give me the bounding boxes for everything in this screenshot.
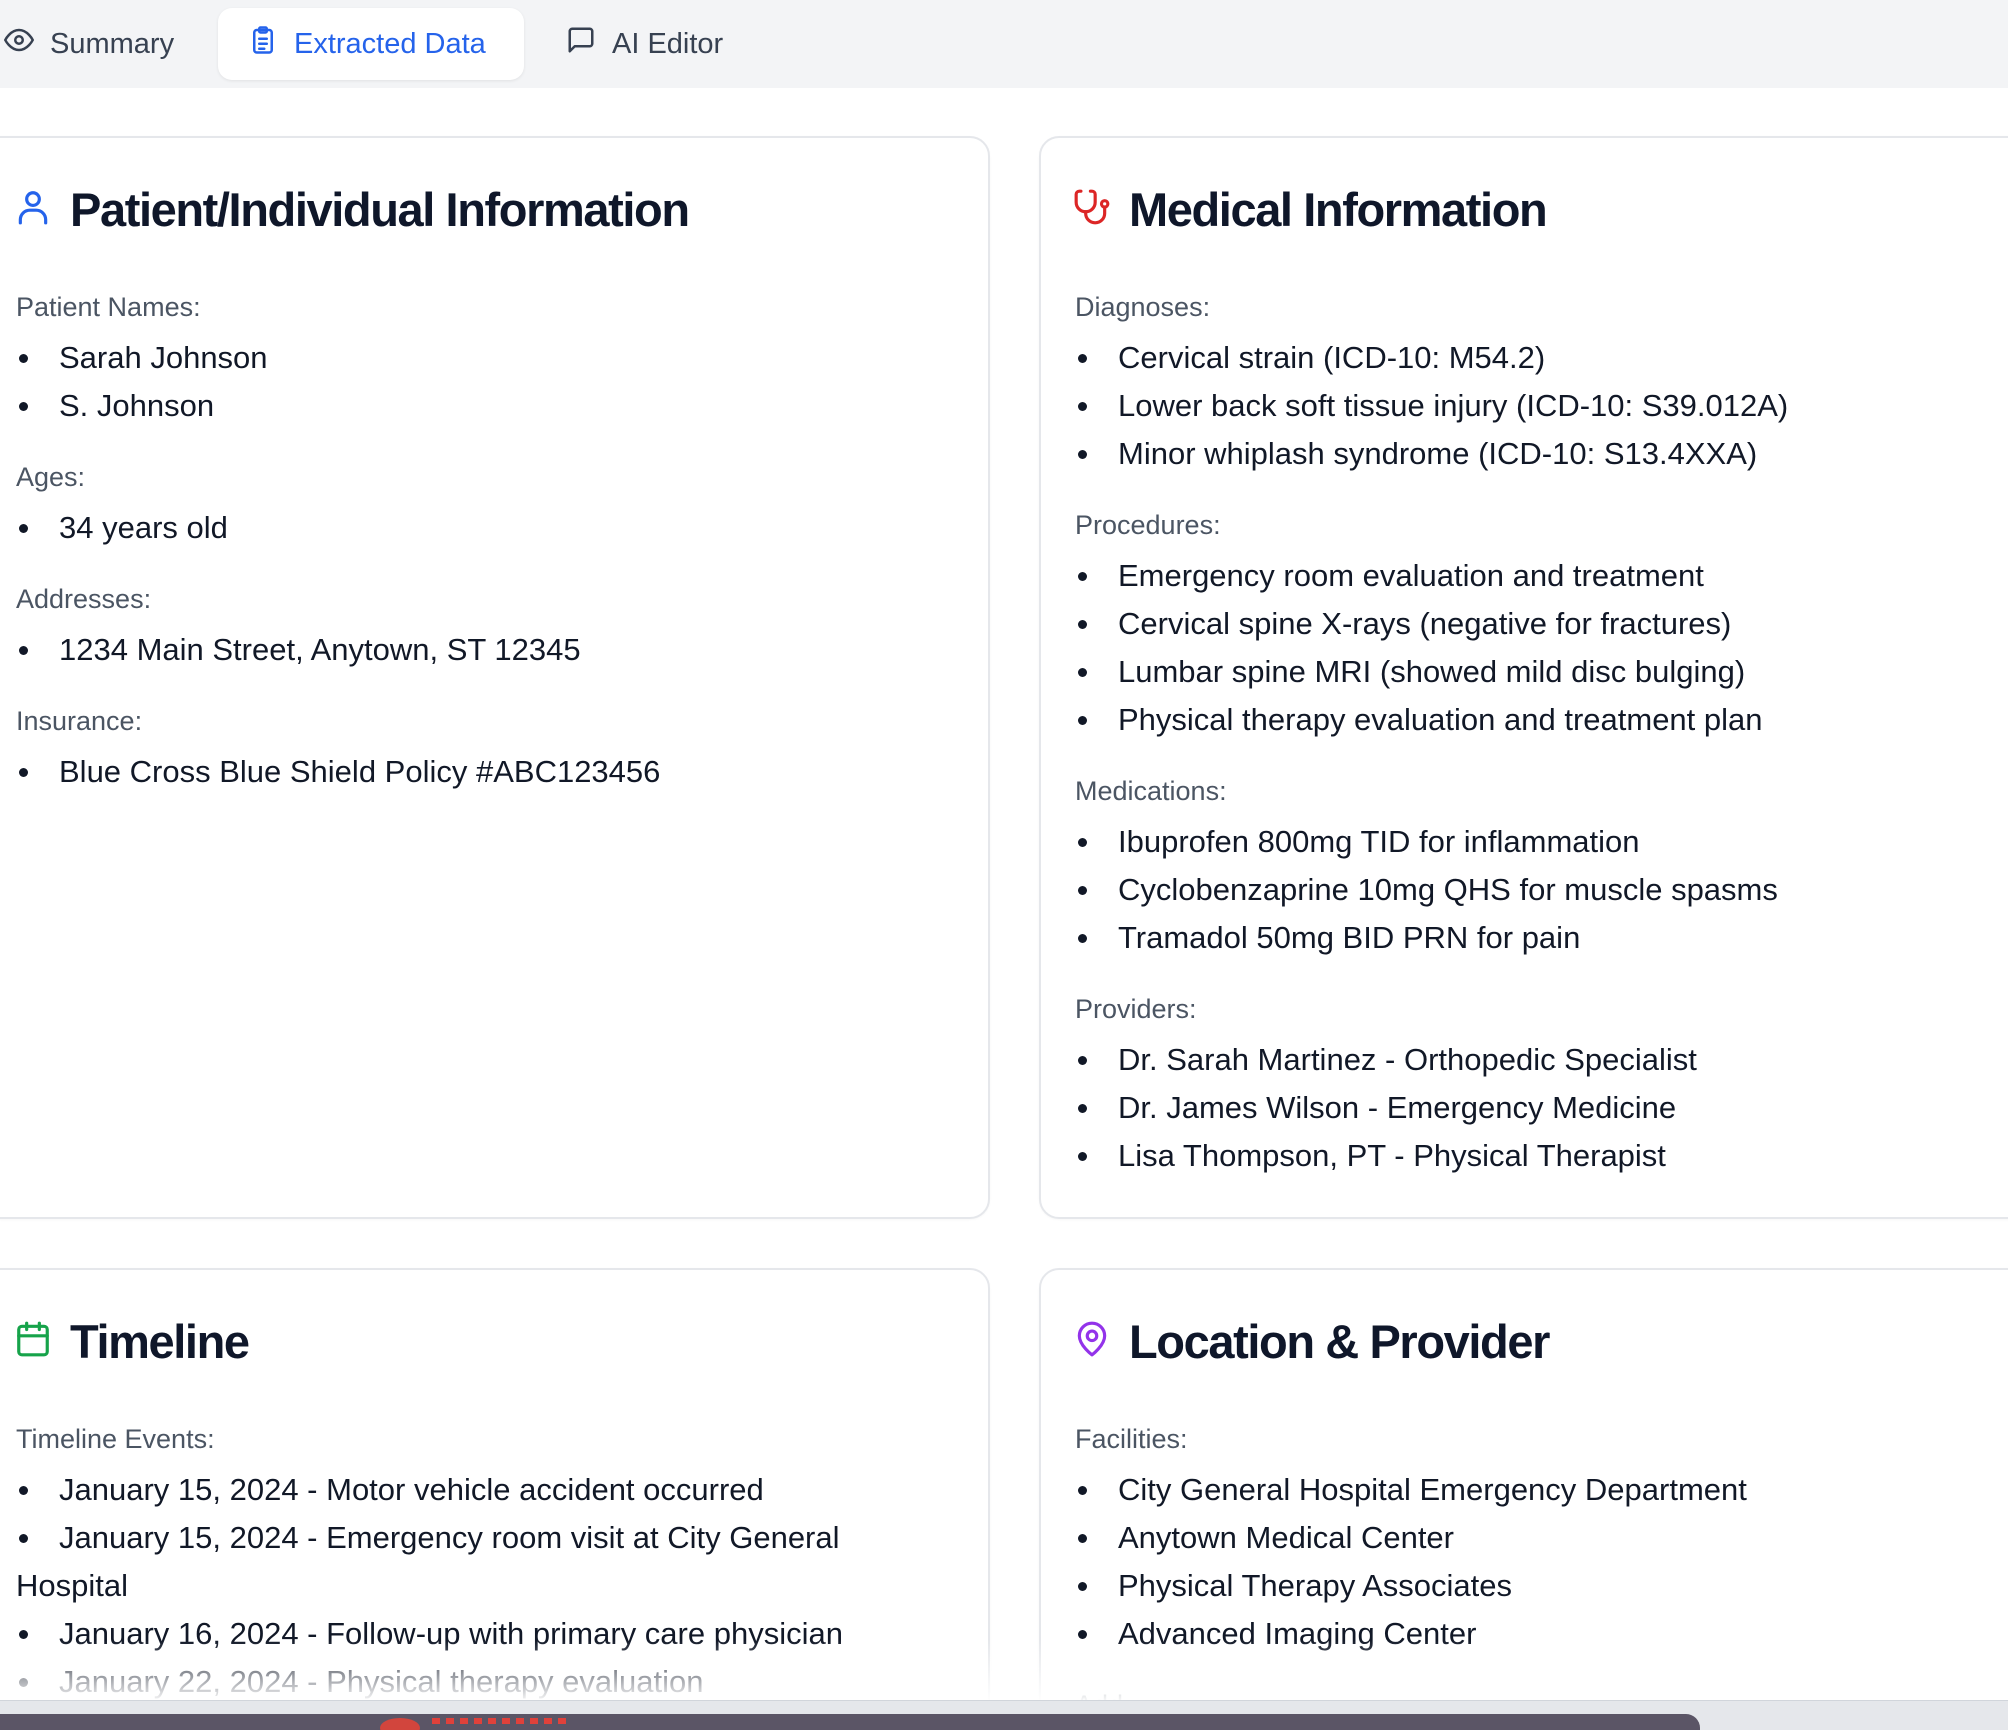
list-item: Physical therapy evaluation and treatmen… [1075, 696, 2007, 744]
card-title: Medical Information [1129, 183, 1548, 236]
eye-icon [4, 25, 34, 63]
dock-bar [0, 1714, 1700, 1730]
list-item: Physical Therapy Associates [1075, 1562, 2007, 1610]
medications-section: Medications: Ibuprofen 800mg TID for inf… [1075, 774, 2007, 962]
card-title: Location & Provider [1129, 1315, 1550, 1368]
list-item: Emergency room evaluation and treatment [1075, 552, 2007, 600]
card-header: Patient/Individual Information [14, 183, 690, 236]
list-item: Tramadol 50mg BID PRN for pain [1075, 914, 2007, 962]
section-label: Diagnoses: [1075, 292, 1211, 322]
list-item: Lisa Thompson, PT - Physical Therapist [1075, 1132, 2007, 1180]
card-header: Timeline [14, 1315, 250, 1368]
list-item: Lumbar spine MRI (showed mild disc bulgi… [1075, 648, 2007, 696]
list-item: Advanced Imaging Center [1075, 1610, 2007, 1658]
list-item: Anytown Medical Center [1075, 1514, 2007, 1562]
location-provider-card: Location & Provider Facilities: City Gen… [1039, 1268, 2008, 1730]
list-item: Sarah Johnson [16, 334, 958, 382]
ages-section: Ages: 34 years old [16, 460, 958, 552]
section-label: Ages: [16, 462, 86, 492]
section-label: Procedures: [1075, 510, 1221, 540]
list-item: Cervical spine X-rays (negative for frac… [1075, 600, 2007, 648]
section-label: Addresses: [16, 584, 152, 614]
tab-summary[interactable]: Summary [0, 8, 200, 80]
list-item: 1234 Main Street, Anytown, ST 12345 [16, 626, 958, 674]
providers-section: Providers: Dr. Sarah Martinez - Orthoped… [1075, 992, 2007, 1180]
section-label: Providers: [1075, 994, 1197, 1024]
card-title: Timeline [70, 1315, 250, 1368]
list-item: January 16, 2024 - Follow-up with primar… [16, 1610, 916, 1658]
facilities-section: Facilities: City General Hospital Emerge… [1075, 1422, 2007, 1658]
list-item: Blue Cross Blue Shield Policy #ABC123456 [16, 748, 958, 796]
tab-ai-editor[interactable]: AI Editor [536, 8, 766, 80]
section-label: Medications: [1075, 776, 1227, 806]
list-item: City General Hospital Emergency Departme… [1075, 1466, 2007, 1514]
addresses-section: Addresses: 1234 Main Street, Anytown, ST… [16, 582, 958, 674]
procedures-section: Procedures: Emergency room evaluation an… [1075, 508, 2007, 744]
list-item: Cervical strain (ICD-10: M54.2) [1075, 334, 2007, 382]
dock-indicator [432, 1718, 566, 1724]
list-item: Lower back soft tissue injury (ICD-10: S… [1075, 382, 2007, 430]
tab-summary-label: Summary [50, 27, 175, 60]
medical-information-card: Medical Information Diagnoses: Cervical … [1039, 136, 2008, 1219]
list-item: Dr. Sarah Martinez - Orthopedic Speciali… [1075, 1036, 2007, 1084]
tab-ai-editor-label: AI Editor [612, 27, 724, 60]
section-label: Facilities: [1075, 1424, 1188, 1454]
tab-extracted-data[interactable]: Extracted Data [218, 8, 524, 80]
clipboard-icon [248, 25, 278, 63]
card-header: Location & Provider [1073, 1315, 1550, 1368]
message-square-icon [566, 25, 596, 63]
list-item: 34 years old [16, 504, 958, 552]
card-title: Patient/Individual Information [70, 183, 690, 236]
user-icon [14, 188, 52, 231]
timeline-card: Timeline Timeline Events: January 15, 20… [0, 1268, 990, 1730]
list-item: S. Johnson [16, 382, 958, 430]
patient-information-card: Patient/Individual Information Patient N… [0, 136, 990, 1219]
diagnoses-section: Diagnoses: Cervical strain (ICD-10: M54.… [1075, 290, 2007, 478]
section-label: Timeline Events: [16, 1424, 215, 1454]
calendar-icon [14, 1320, 52, 1363]
tab-extracted-data-label: Extracted Data [294, 27, 486, 60]
list-item: Minor whiplash syndrome (ICD-10: S13.4XX… [1075, 430, 2007, 478]
list-item: Ibuprofen 800mg TID for inflammation [1075, 818, 2007, 866]
tab-bar: Summary Extracted Data AI Editor [0, 0, 2008, 88]
insurance-section: Insurance: Blue Cross Blue Shield Policy… [16, 704, 958, 796]
list-item: Cyclobenzaprine 10mg QHS for muscle spas… [1075, 866, 2007, 914]
list-item: Dr. James Wilson - Emergency Medicine [1075, 1084, 2007, 1132]
section-label: Insurance: [16, 706, 143, 736]
list-item: January 15, 2024 - Emergency room visit … [16, 1514, 916, 1610]
list-item: January 22, 2024 - Physical therapy eval… [16, 1658, 916, 1706]
patient-names-section: Patient Names: Sarah Johnson S. Johnson [16, 290, 958, 430]
map-pin-icon [1073, 1320, 1111, 1363]
card-header: Medical Information [1073, 183, 1548, 236]
stethoscope-icon [1073, 188, 1111, 231]
list-item: January 15, 2024 - Motor vehicle acciden… [16, 1466, 916, 1514]
section-label: Patient Names: [16, 292, 201, 322]
timeline-events-section: Timeline Events: January 15, 2024 - Moto… [16, 1422, 958, 1706]
